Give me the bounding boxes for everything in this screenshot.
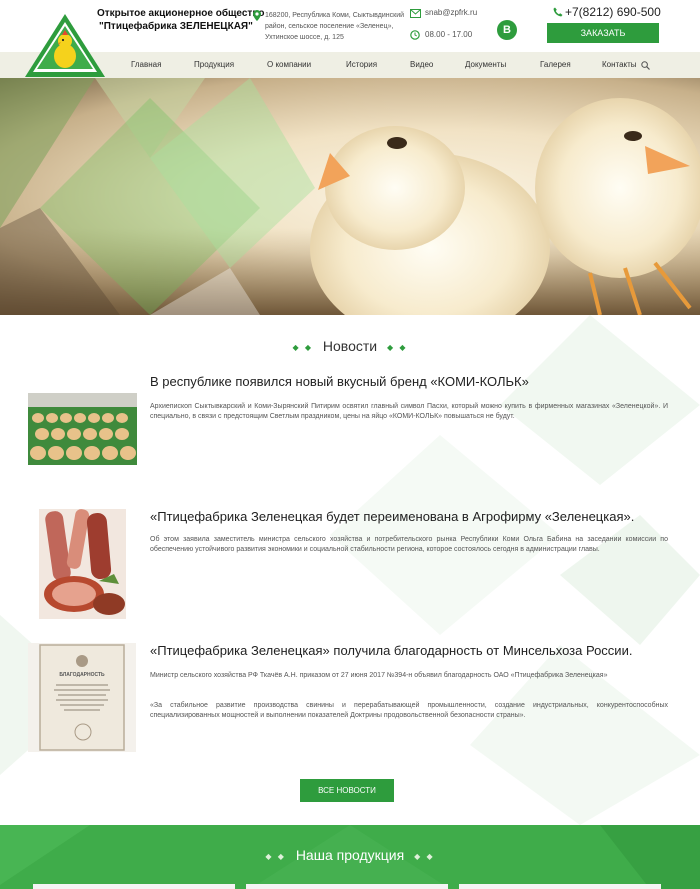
all-news-button[interactable]: ВСЕ НОВОСТИ — [300, 779, 394, 802]
diamond-icon: ◆ ◆ — [386, 342, 408, 352]
location-pin-icon — [253, 10, 261, 21]
nav-item-about[interactable]: О компании — [267, 60, 311, 69]
diamond-icon: ◆ ◆ — [265, 851, 286, 861]
certificate-image[interactable]: БЛАГОДАРНОСТЬ — [28, 643, 136, 752]
nav-item-products[interactable]: Продукция — [194, 60, 234, 69]
hero-banner — [0, 78, 700, 315]
search-icon[interactable] — [641, 61, 650, 70]
vk-button[interactable]: B — [497, 20, 517, 40]
nav-item-history[interactable]: История — [346, 60, 377, 69]
phone-number[interactable]: +7(8212) 690-500 — [565, 5, 661, 19]
address-text: 168200, Республика Коми, Сыктывдинский р… — [265, 12, 405, 41]
clock-icon — [410, 30, 420, 40]
products-heading: ◆ ◆ Наша продукция ◆ ◆ — [265, 847, 435, 863]
certificate-heading: БЛАГОДАРНОСТЬ — [59, 672, 105, 678]
product-card[interactable] — [459, 884, 661, 889]
sausages-image[interactable] — [39, 509, 126, 619]
hero-image — [0, 78, 700, 315]
diamond-icon: ◆ ◆ — [414, 851, 435, 861]
nav-item-documents[interactable]: Документы — [465, 60, 506, 69]
working-hours: 08.00 - 17.00 — [425, 30, 473, 39]
products-section: ◆ ◆ Наша продукция ◆ ◆ — [0, 825, 700, 889]
nav-item-home[interactable]: Главная — [131, 60, 161, 69]
news-heading: ◆ ◆ Новости ◆ ◆ — [292, 338, 408, 354]
phone-icon — [553, 7, 563, 17]
nav-item-video[interactable]: Видео — [410, 60, 433, 69]
news-title[interactable]: «Птицефабрика Зеленецкая будет переимено… — [150, 509, 634, 524]
news-text: Об этом заявила заместитель министра сел… — [150, 536, 668, 553]
certificate-frame — [39, 644, 125, 751]
nav-item-gallery[interactable]: Галерея — [540, 60, 571, 69]
email-link[interactable]: snab@zpfrk.ru — [425, 8, 477, 17]
product-card[interactable] — [246, 884, 448, 889]
main-nav: Главная Продукция О компании История Вид… — [0, 52, 700, 78]
site-header: Открытое акционерное общество "Птицефабр… — [0, 0, 700, 52]
news-title[interactable]: «Птицефабрика Зеленецкая» получила благо… — [150, 643, 632, 658]
order-button[interactable]: ЗАКАЗАТЬ — [547, 23, 659, 43]
company-name[interactable]: Открытое акционерное общество "Птицефабр… — [97, 7, 264, 33]
news-text: Архиепископ Сыктывкарский и Коми-Зырянск… — [150, 403, 668, 420]
news-text: Министр сельского хозяйства РФ Ткачёв А.… — [150, 672, 608, 679]
logo-chick-icon[interactable] — [25, 14, 105, 77]
mail-icon — [410, 9, 421, 18]
product-card[interactable] — [33, 884, 235, 889]
news-title[interactable]: В республике появился новый вкусный брен… — [150, 374, 529, 389]
news-section: ◆ ◆ Новости ◆ ◆ В республике появился но… — [0, 315, 700, 825]
nav-item-contacts[interactable]: Контакты — [602, 60, 637, 69]
news-text-quote: «За стабильное развитие производства сви… — [150, 702, 668, 719]
eggs-image[interactable] — [28, 393, 137, 465]
diamond-icon: ◆ ◆ — [292, 342, 313, 352]
